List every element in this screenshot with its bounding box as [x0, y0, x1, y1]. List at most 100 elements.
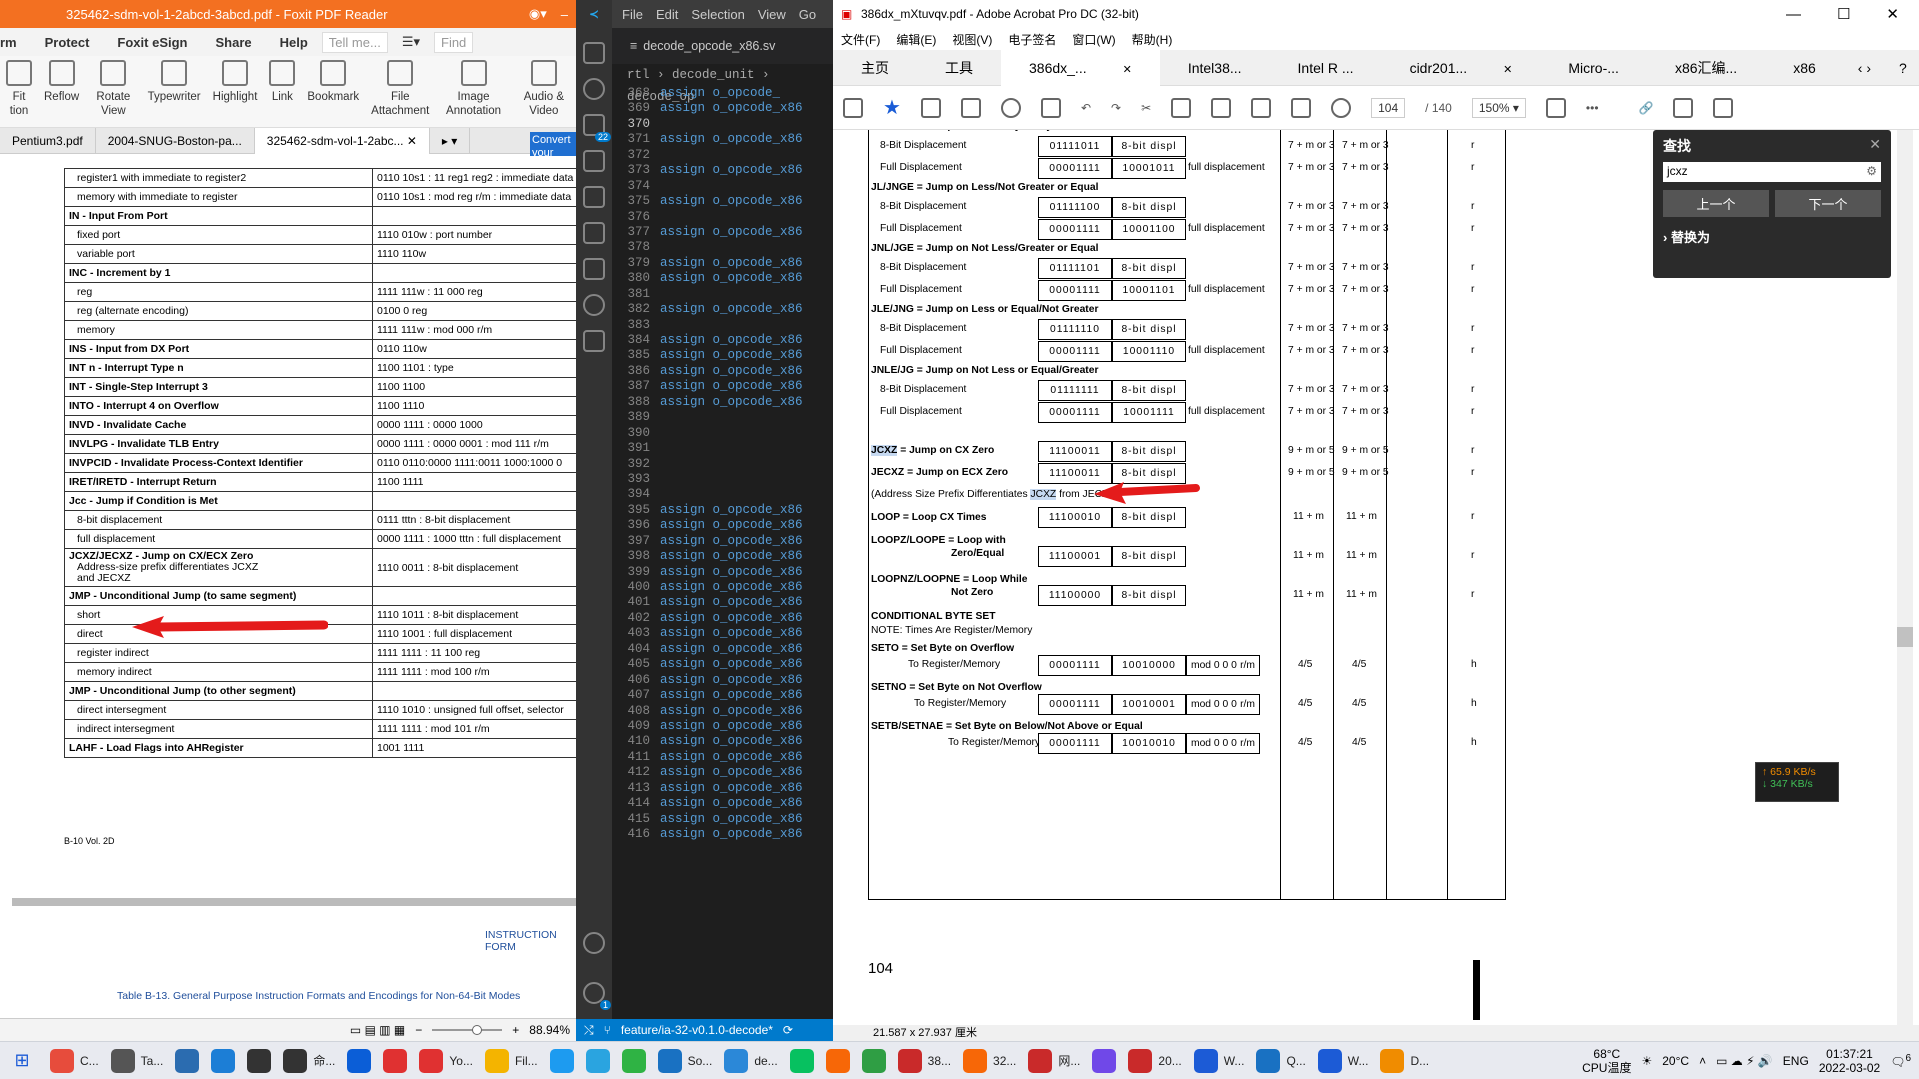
taskbar-app[interactable]: 网... [1022, 1048, 1086, 1073]
menu-selection[interactable]: Selection [691, 7, 744, 22]
tab-nav-icon[interactable]: ▸ ▾ [430, 127, 471, 154]
tab-pentium3[interactable]: Pentium3.pdf [0, 127, 96, 154]
zoom-in-icon[interactable]: + [512, 1023, 519, 1037]
menu-esign[interactable]: Foxit eSign [103, 35, 201, 50]
ribbon-link-button[interactable]: Link [263, 60, 301, 104]
taskbar-app[interactable]: 20... [1122, 1048, 1187, 1073]
taskbar-app[interactable] [544, 1048, 580, 1073]
acrobat-tab[interactable]: 386dx_... ✕ [1001, 49, 1160, 86]
taskbar-app[interactable]: Ta... [105, 1048, 170, 1073]
acrobat-menu-item[interactable]: 电子签名 [1008, 31, 1056, 48]
acrobat-tab[interactable]: x86汇编... [1647, 50, 1765, 86]
zoom-slider[interactable] [432, 1025, 503, 1035]
vertical-scrollbar[interactable] [1897, 130, 1913, 1025]
comment-icon[interactable] [1545, 97, 1566, 118]
code-editor[interactable]: 368 assign o_opcode_ 369 assign o_opcode_x8… [612, 86, 833, 842]
redo-icon[interactable]: ↷ [1111, 101, 1121, 115]
ribbon-rotate-button[interactable]: Rotate View [85, 60, 141, 118]
acrobat-menu-item[interactable]: 帮助(H) [1132, 31, 1173, 48]
ribbon-fit-button[interactable]: Fit tion [0, 60, 38, 118]
search-icon[interactable] [583, 78, 605, 100]
account-icon[interactable]: ◉▾ [529, 6, 547, 22]
help-icon[interactable]: ? [1885, 50, 1919, 86]
save-icon[interactable] [843, 97, 863, 118]
menu-view[interactable]: View [758, 7, 786, 22]
replace-toggle[interactable]: › 替换为 [1663, 227, 1881, 246]
menu-help[interactable]: Help [266, 35, 322, 50]
upload-icon[interactable] [920, 97, 941, 118]
ribbon-audio-button[interactable]: Audio & Video [512, 60, 576, 118]
ribbon-attachment-button[interactable]: File Attachment [365, 60, 435, 118]
cut-icon[interactable]: ✂ [1141, 101, 1151, 115]
menu-protect[interactable]: Protect [31, 35, 104, 50]
tab-nav-icon[interactable]: ‹ › [1844, 50, 1885, 86]
tab-snug[interactable]: 2004-SNUG-Boston-pa... [96, 127, 255, 154]
taskbar-app[interactable] [241, 1048, 277, 1073]
taskbar-app[interactable] [820, 1048, 856, 1073]
tab-close-icon[interactable]: ✕ [1489, 64, 1526, 76]
zoom-value[interactable]: 88.94% [529, 1023, 570, 1037]
zoom-out-icon[interactable]: − [415, 1023, 422, 1037]
tab-sdm[interactable]: 325462-sdm-vol-1-2abc... ✕ [254, 127, 430, 154]
share-user-icon[interactable] [1713, 97, 1734, 118]
acrobat-menu-item[interactable]: 视图(V) [952, 31, 992, 48]
cpu-temp-widget[interactable]: 68°C CPU温度 [1582, 1047, 1631, 1075]
taskbar-app[interactable] [580, 1048, 616, 1073]
fit-page-icon[interactable] [1331, 97, 1352, 118]
github-icon[interactable] [583, 294, 605, 316]
snapshot-icon[interactable] [1251, 97, 1272, 118]
paste-icon[interactable] [1211, 97, 1232, 118]
taskbar-app[interactable] [205, 1048, 241, 1073]
ribbon-highlight-button[interactable]: Highlight [207, 60, 264, 104]
compare-icon[interactable] [1291, 97, 1312, 118]
branch-name[interactable]: feature/ia-32-v0.1.0-decode* [621, 1023, 773, 1037]
more-icon[interactable]: ••• [1586, 101, 1599, 115]
taskbar-app[interactable] [169, 1048, 205, 1073]
sync-icon[interactable]: ⟳ [783, 1023, 793, 1037]
source-control-icon[interactable]: 22 [583, 114, 611, 142]
find-input[interactable]: Find [434, 31, 474, 53]
acrobat-menu-item[interactable]: 编辑(E) [896, 31, 936, 48]
minimize-icon[interactable]: – [561, 7, 568, 22]
find-input[interactable]: jcxz ⚙ [1663, 162, 1881, 182]
undo-icon[interactable]: ↶ [1081, 101, 1091, 115]
extensions-icon[interactable] [583, 186, 605, 208]
taskbar-app[interactable] [377, 1048, 413, 1073]
manage-gear-icon[interactable]: 1 [583, 982, 611, 1010]
find-close-icon[interactable]: ✕ [1869, 136, 1881, 156]
acrobat-tab[interactable]: Intel38... [1160, 50, 1270, 86]
tray-icons[interactable]: ▭ ☁ ⚡ 🔊 [1716, 1054, 1773, 1068]
taskbar-app[interactable]: 38... [892, 1048, 957, 1073]
accounts-icon[interactable] [583, 932, 605, 954]
acrobat-menu-item[interactable]: 窗口(W) [1072, 31, 1115, 48]
zoom-search-icon[interactable] [1000, 97, 1021, 118]
taskbar-app[interactable]: W... [1312, 1048, 1375, 1073]
remote-explorer-icon[interactable] [583, 222, 605, 244]
acrobat-tab[interactable]: Intel R ... [1270, 50, 1382, 86]
page-input[interactable]: 104 [1371, 97, 1406, 118]
menu-file[interactable]: File [622, 7, 643, 22]
taskbar-app[interactable]: Yo... [413, 1048, 479, 1073]
zoom-select[interactable]: 150% ▾ [1471, 97, 1526, 118]
view-icons[interactable]: ▭ ▤ ▥ ▦ [350, 1023, 405, 1037]
run-debug-icon[interactable] [583, 150, 605, 172]
find-settings-icon[interactable]: ⚙ [1866, 164, 1877, 180]
explorer-icon[interactable] [583, 42, 605, 64]
taskbar-app[interactable] [341, 1048, 377, 1073]
taskbar-app[interactable]: Fil... [479, 1048, 544, 1073]
taskbar-app[interactable]: D... [1374, 1048, 1435, 1073]
copy-icon[interactable] [1171, 97, 1192, 118]
start-icon[interactable]: ⊞ [0, 1050, 44, 1071]
breadcrumb[interactable]: rtl › decode_unit › decode_op [612, 64, 833, 104]
editor-tab[interactable]: ≡ decode_opcode_x86.sv [612, 28, 833, 64]
notification-icon[interactable]: 🗨6 [1890, 1053, 1911, 1069]
taskbar-app[interactable]: 32... [957, 1048, 1022, 1073]
menu-edit[interactable]: Edit [656, 7, 678, 22]
taskbar-app[interactable] [616, 1048, 652, 1073]
acrobat-tab[interactable]: Micro-... [1540, 50, 1647, 86]
taskbar-app[interactable] [784, 1048, 820, 1073]
ribbon-bookmark-button[interactable]: Bookmark [301, 60, 365, 104]
remote-icon[interactable]: ⤭ [584, 1023, 594, 1038]
taskbar-app[interactable]: 命... [277, 1048, 341, 1073]
maximize-button[interactable]: ☐ [1837, 5, 1850, 23]
